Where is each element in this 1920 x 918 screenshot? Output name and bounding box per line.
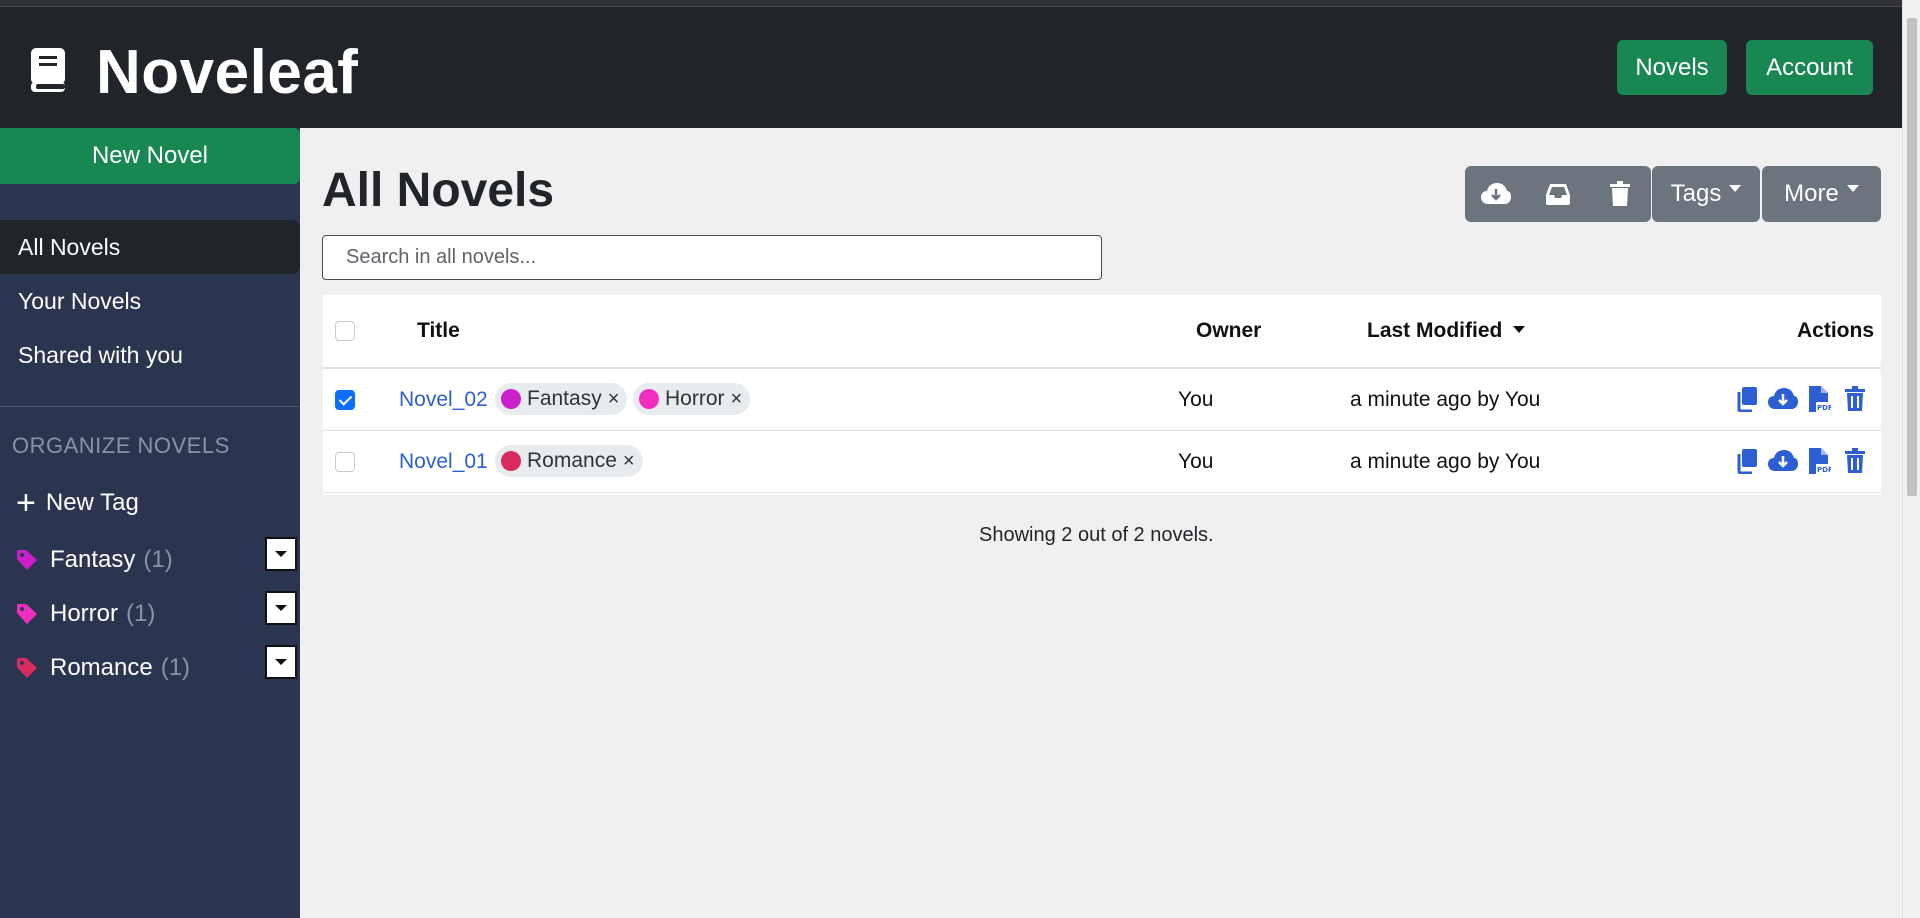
bulk-action-group bbox=[1465, 166, 1651, 222]
actions-column-header: Actions bbox=[1797, 319, 1875, 342]
sidebar-tag-fantasy[interactable]: Fantasy (1) bbox=[16, 541, 173, 579]
sidebar-item-all-novels[interactable]: All Novels bbox=[0, 220, 300, 274]
brand-name[interactable]: Noveleaf bbox=[96, 33, 358, 113]
search-input[interactable] bbox=[322, 235, 1102, 280]
sidebar-item-your-novels[interactable]: Your Novels bbox=[0, 274, 300, 328]
caret-down-icon bbox=[1729, 184, 1742, 192]
scrollbar-thumb[interactable] bbox=[1907, 18, 1917, 496]
remove-tag-icon[interactable]: × bbox=[731, 388, 743, 411]
tag-chip[interactable]: Horror × bbox=[633, 383, 751, 415]
select-all-checkbox[interactable] bbox=[335, 321, 355, 341]
cloud-download-icon[interactable] bbox=[1765, 449, 1801, 473]
tag-icon bbox=[17, 658, 37, 678]
tag-chip[interactable]: Fantasy × bbox=[495, 383, 628, 415]
tag-color-dot bbox=[501, 451, 521, 471]
owner-cell: You bbox=[1178, 388, 1214, 411]
tag-menu-dropdown[interactable] bbox=[265, 645, 297, 679]
tag-name: Fantasy bbox=[50, 546, 136, 573]
tag-icon bbox=[17, 550, 37, 570]
copy-icon[interactable] bbox=[1729, 448, 1765, 474]
tag-name: Horror bbox=[50, 600, 119, 627]
tag-name: Romance bbox=[50, 654, 153, 681]
window-top-edge bbox=[0, 0, 1920, 7]
showing-count-text: Showing 2 out of 2 novels. bbox=[979, 524, 1214, 546]
tag-menu-dropdown[interactable] bbox=[265, 537, 297, 571]
page-title: All Novels bbox=[322, 164, 555, 217]
cloud-download-icon[interactable] bbox=[1765, 387, 1801, 411]
tag-color-dot bbox=[639, 389, 659, 409]
last-modified-column-header[interactable]: Last Modified bbox=[1367, 319, 1526, 343]
pdf-file-icon[interactable]: PDF bbox=[1801, 385, 1837, 413]
trash-icon[interactable] bbox=[1837, 448, 1873, 474]
remove-tag-icon[interactable]: × bbox=[623, 450, 635, 473]
novel-title-link[interactable]: Novel_01 bbox=[399, 450, 488, 474]
last-modified-cell: a minute ago by You bbox=[1350, 388, 1541, 411]
page-scrollbar[interactable] bbox=[1902, 0, 1920, 918]
tag-menu-dropdown[interactable] bbox=[265, 591, 297, 625]
tag-chip[interactable]: Romance × bbox=[495, 445, 643, 477]
tag-chip-label: Romance bbox=[527, 449, 617, 472]
trash-icon[interactable] bbox=[1589, 181, 1651, 207]
sidebar-item-shared-with-you[interactable]: Shared with you bbox=[0, 328, 300, 382]
row-actions: PDF bbox=[1729, 385, 1873, 413]
sidebar: New Novel All Novels Your Novels Shared … bbox=[0, 128, 300, 918]
top-navbar: Noveleaf Novels Account bbox=[0, 7, 1902, 128]
tag-chip-label: Horror bbox=[665, 387, 725, 410]
account-nav-button[interactable]: Account bbox=[1746, 40, 1873, 95]
title-column-header[interactable]: Title bbox=[417, 319, 460, 343]
more-dropdown-button[interactable]: More bbox=[1762, 166, 1881, 222]
last-modified-cell: a minute ago by You bbox=[1350, 450, 1541, 473]
trash-icon[interactable] bbox=[1837, 386, 1873, 412]
organize-heading: ORGANIZE NOVELS bbox=[12, 433, 230, 458]
tags-button-label: Tags bbox=[1670, 180, 1722, 207]
svg-text:PDF: PDF bbox=[1817, 404, 1831, 412]
table-row: Novel_02 Fantasy × Horror × You a minute… bbox=[323, 369, 1881, 431]
table-row: Novel_01 Romance × You a minute ago by Y… bbox=[323, 431, 1881, 493]
novel-title-link[interactable]: Novel_02 bbox=[399, 388, 488, 412]
tag-count: (1) bbox=[143, 546, 173, 573]
row-checkbox[interactable] bbox=[335, 390, 355, 410]
row-actions: PDF bbox=[1729, 447, 1873, 475]
more-button-label: More bbox=[1784, 180, 1839, 207]
tags-dropdown-button[interactable]: Tags bbox=[1652, 166, 1760, 222]
tag-icon bbox=[17, 604, 37, 624]
last-modified-label: Last Modified bbox=[1367, 319, 1503, 342]
novels-table: Title Owner Last Modified Actions Novel_… bbox=[323, 295, 1881, 495]
new-novel-button[interactable]: New Novel bbox=[0, 128, 300, 184]
caret-down-icon bbox=[1846, 184, 1859, 192]
plus-icon: + bbox=[16, 484, 36, 522]
archive-icon[interactable] bbox=[1527, 182, 1589, 206]
tag-chip-label: Fantasy bbox=[527, 387, 602, 410]
sidebar-tag-romance[interactable]: Romance (1) bbox=[16, 649, 190, 687]
svg-text:PDF: PDF bbox=[1817, 466, 1831, 474]
sidebar-tag-horror[interactable]: Horror (1) bbox=[16, 595, 155, 633]
tag-color-dot bbox=[501, 389, 521, 409]
owner-column-header[interactable]: Owner bbox=[1196, 319, 1261, 343]
new-tag-button[interactable]: + New Tag bbox=[16, 484, 139, 522]
tag-count: (1) bbox=[160, 654, 191, 681]
sidebar-divider bbox=[0, 406, 300, 407]
book-icon bbox=[31, 48, 65, 92]
row-checkbox[interactable] bbox=[335, 452, 355, 472]
copy-icon[interactable] bbox=[1729, 386, 1765, 412]
sort-desc-icon bbox=[1513, 325, 1526, 333]
remove-tag-icon[interactable]: × bbox=[608, 388, 620, 411]
table-header: Title Owner Last Modified Actions bbox=[323, 295, 1881, 369]
owner-cell: You bbox=[1178, 450, 1214, 473]
pdf-file-icon[interactable]: PDF bbox=[1801, 447, 1837, 475]
novels-nav-button[interactable]: Novels bbox=[1617, 40, 1727, 95]
new-tag-label: New Tag bbox=[45, 489, 139, 516]
tag-count: (1) bbox=[126, 600, 156, 627]
cloud-download-icon[interactable] bbox=[1465, 182, 1527, 206]
